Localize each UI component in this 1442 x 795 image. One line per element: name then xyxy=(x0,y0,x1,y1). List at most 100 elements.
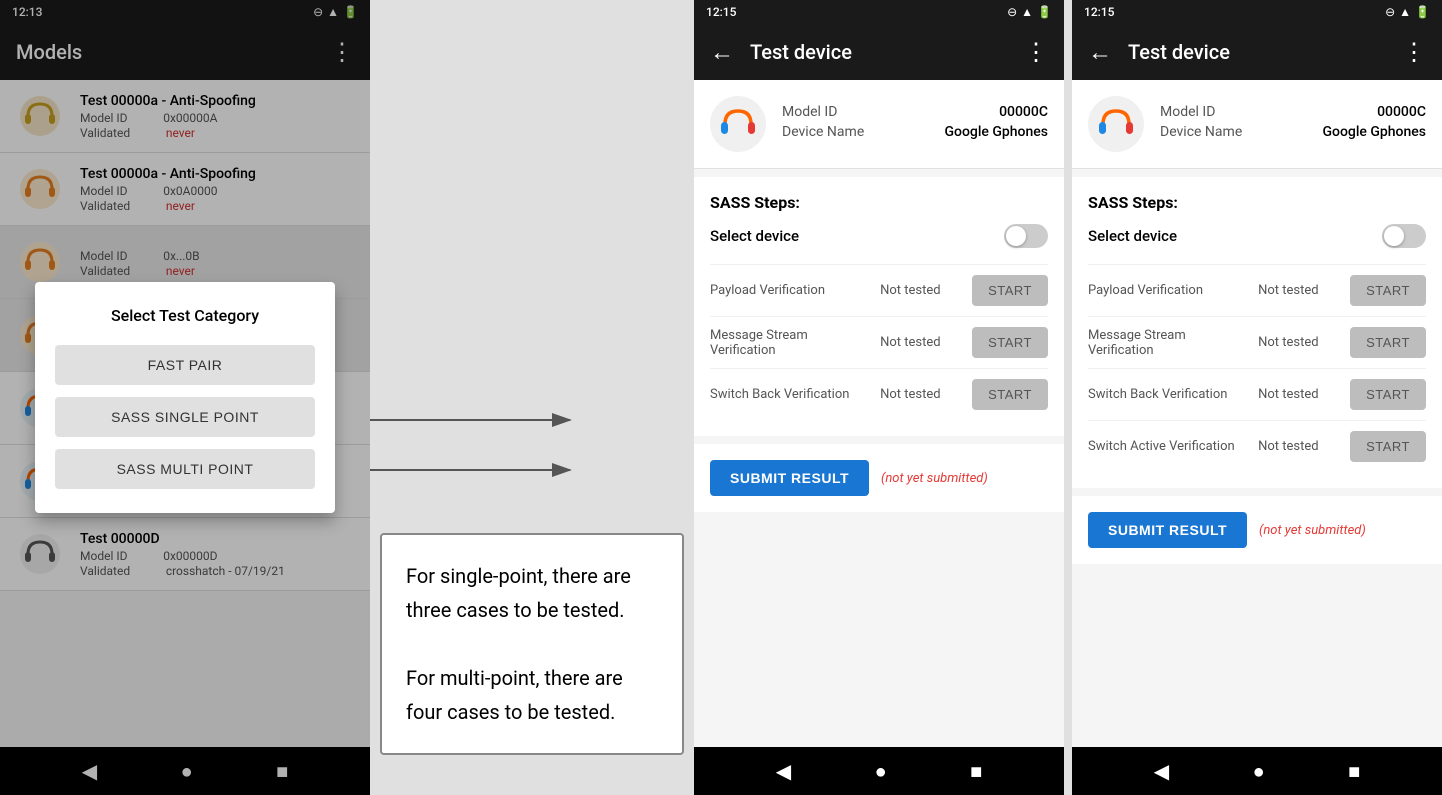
back-icon-2[interactable]: ← xyxy=(710,38,734,67)
app-title-3: Test device xyxy=(1128,40,1402,64)
fast-pair-button[interactable]: FAST PAIR xyxy=(55,345,315,385)
sass-multi-point-button[interactable]: SASS MULTI POINT xyxy=(55,449,315,489)
more-icon-2[interactable]: ⋮ xyxy=(1024,38,1048,66)
device-model-id-row-2: Model ID 00000C xyxy=(782,104,1048,120)
step-name-3-1: Message StreamVerification xyxy=(1088,328,1258,358)
device-name-label-2: Device Name xyxy=(782,124,864,140)
step-name-2-0: Payload Verification xyxy=(710,283,880,298)
start-btn-2-2[interactable]: START xyxy=(972,379,1048,410)
device-name-val-3: Google Gphones xyxy=(1322,124,1426,140)
recent-nav-3[interactable]: ■ xyxy=(1348,759,1360,784)
device-meta-2: Model ID 00000C Device Name Google Gphon… xyxy=(782,104,1048,144)
select-category-dialog: Select Test Category FAST PAIR SASS SING… xyxy=(35,282,335,513)
submit-section-2: SUBMIT RESULT (not yet submitted) xyxy=(694,444,1064,512)
battery-icon-2: 🔋 xyxy=(1037,5,1052,19)
not-submitted-2: (not yet submitted) xyxy=(881,471,988,486)
device-name-row-2: Device Name Google Gphones xyxy=(782,124,1048,140)
device-meta-3: Model ID 00000C Device Name Google Gphon… xyxy=(1160,104,1426,144)
model-id-label-3: Model ID xyxy=(1160,104,1215,120)
step-status-2-2: Not tested xyxy=(880,387,960,402)
start-btn-2-0[interactable]: START xyxy=(972,275,1048,306)
step-name-3-0: Payload Verification xyxy=(1088,283,1258,298)
step-name-2-2: Switch Back Verification xyxy=(710,387,880,402)
select-device-label-3: Select device xyxy=(1088,227,1177,245)
annotation-line1: For single-point, there are three cases … xyxy=(406,559,658,627)
submit-result-btn-2[interactable]: SUBMIT RESULT xyxy=(710,460,869,496)
phone-3: 12:15 ⊖ ▲ 🔋 ← Test device ⋮ Model ID xyxy=(1072,0,1442,795)
start-btn-3-2[interactable]: START xyxy=(1350,379,1426,410)
annotation-line2: For multi-point, there are four cases to… xyxy=(406,661,658,729)
start-btn-3-0[interactable]: START xyxy=(1350,275,1426,306)
status-bar-3: 12:15 ⊖ ▲ 🔋 xyxy=(1072,0,1442,24)
step-status-3-2: Not tested xyxy=(1258,387,1338,402)
submit-section-3: SUBMIT RESULT (not yet submitted) xyxy=(1072,496,1442,564)
sass-title-3: SASS Steps: xyxy=(1088,193,1426,212)
dialog-overlay: Select Test Category FAST PAIR SASS SING… xyxy=(0,0,370,795)
back-nav-2[interactable]: ◀ xyxy=(776,759,791,783)
phone-2: 12:15 ⊖ ▲ 🔋 ← Test device ⋮ Model ID xyxy=(694,0,1064,795)
app-bar-3: ← Test device ⋮ xyxy=(1072,24,1442,80)
device-model-id-row-3: Model ID 00000C xyxy=(1160,104,1426,120)
step-row-2-1: Message StreamVerification Not tested ST… xyxy=(710,316,1048,368)
select-device-label-2: Select device xyxy=(710,227,799,245)
step-row-2-0: Payload Verification Not tested START xyxy=(710,264,1048,316)
recent-nav-2[interactable]: ■ xyxy=(970,759,982,784)
start-btn-3-3[interactable]: START xyxy=(1350,431,1426,462)
sass-single-point-button[interactable]: SASS SINGLE POINT xyxy=(55,397,315,437)
screen-content-3: Model ID 00000C Device Name Google Gphon… xyxy=(1072,80,1442,747)
model-id-val-3: 00000C xyxy=(1377,104,1426,120)
sass-section-2: SASS Steps: Select device Payload Verifi… xyxy=(694,177,1064,436)
status-icons-2: ⊖ ▲ 🔋 xyxy=(1007,5,1052,19)
model-id-val-2: 00000C xyxy=(999,104,1048,120)
device-header-2: Model ID 00000C Device Name Google Gphon… xyxy=(694,80,1064,169)
step-status-2-1: Not tested xyxy=(880,335,960,350)
device-name-val-2: Google Gphones xyxy=(944,124,1048,140)
device-name-row-3: Device Name Google Gphones xyxy=(1160,124,1426,140)
select-device-row-2: Select device xyxy=(710,224,1048,248)
step-status-3-1: Not tested xyxy=(1258,335,1338,350)
submit-result-btn-3[interactable]: SUBMIT RESULT xyxy=(1088,512,1247,548)
step-status-2-0: Not tested xyxy=(880,283,960,298)
step-status-3-3: Not tested xyxy=(1258,439,1338,454)
center-area: For single-point, there are three cases … xyxy=(370,0,694,795)
app-title-2: Test device xyxy=(750,40,1024,64)
model-id-label-2: Model ID xyxy=(782,104,837,120)
home-nav-2[interactable]: ● xyxy=(875,759,887,784)
step-row-3-2: Switch Back Verification Not tested STAR… xyxy=(1088,368,1426,420)
annotation-box: For single-point, there are three cases … xyxy=(380,533,684,755)
step-row-3-1: Message StreamVerification Not tested ST… xyxy=(1088,316,1426,368)
back-icon-3[interactable]: ← xyxy=(1088,38,1112,67)
select-device-toggle-2[interactable] xyxy=(1004,224,1048,248)
select-device-row-3: Select device xyxy=(1088,224,1426,248)
device-name-label-3: Device Name xyxy=(1160,124,1242,140)
status-bar-2: 12:15 ⊖ ▲ 🔋 xyxy=(694,0,1064,24)
step-name-3-2: Switch Back Verification xyxy=(1088,387,1258,402)
device-header-3: Model ID 00000C Device Name Google Gphon… xyxy=(1072,80,1442,169)
step-name-3-3: Switch Active Verification xyxy=(1088,439,1258,454)
select-device-toggle-3[interactable] xyxy=(1382,224,1426,248)
step-row-3-3: Switch Active Verification Not tested ST… xyxy=(1088,420,1426,472)
wifi-icon-2: ▲ xyxy=(1021,5,1033,19)
step-name-2-1: Message StreamVerification xyxy=(710,328,880,358)
signal-icon-2: ⊖ xyxy=(1007,5,1017,19)
sass-title-2: SASS Steps: xyxy=(710,193,1048,212)
back-nav-3[interactable]: ◀ xyxy=(1154,759,1169,783)
phone-1: 12:13 ⊖ ▲ 🔋 Models ⋮ Test 00000a - Anti-… xyxy=(0,0,370,795)
time-2: 12:15 xyxy=(706,5,736,19)
home-nav-3[interactable]: ● xyxy=(1253,759,1265,784)
start-btn-2-1[interactable]: START xyxy=(972,327,1048,358)
signal-icon-3: ⊖ xyxy=(1385,5,1395,19)
screen-content-2: Model ID 00000C Device Name Google Gphon… xyxy=(694,80,1064,747)
step-row-2-2: Switch Back Verification Not tested STAR… xyxy=(710,368,1048,420)
time-3: 12:15 xyxy=(1084,5,1114,19)
battery-icon-3: 🔋 xyxy=(1415,5,1430,19)
nav-bar-2: ◀ ● ■ xyxy=(694,747,1064,795)
more-icon-3[interactable]: ⋮ xyxy=(1402,38,1426,66)
start-btn-3-1[interactable]: START xyxy=(1350,327,1426,358)
not-submitted-3: (not yet submitted) xyxy=(1259,523,1366,538)
wifi-icon-3: ▲ xyxy=(1399,5,1411,19)
status-icons-3: ⊖ ▲ 🔋 xyxy=(1385,5,1430,19)
step-status-3-0: Not tested xyxy=(1258,283,1338,298)
app-bar-2: ← Test device ⋮ xyxy=(694,24,1064,80)
device-icon-2 xyxy=(710,96,766,152)
